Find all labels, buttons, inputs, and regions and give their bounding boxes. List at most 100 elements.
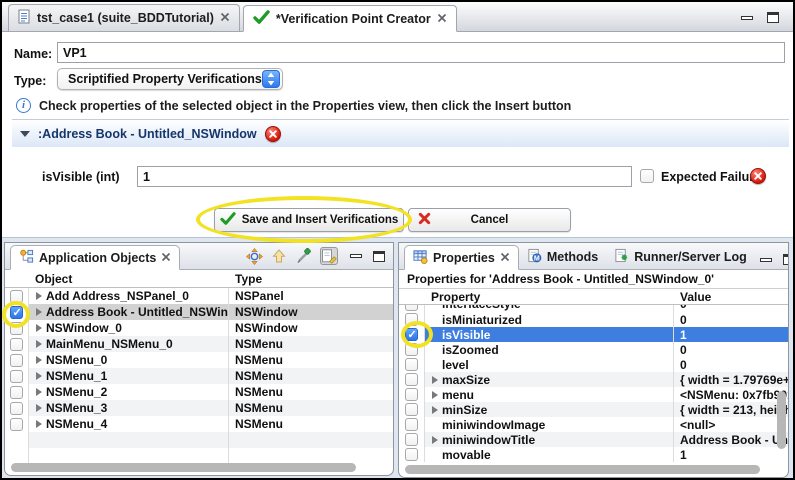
info-message: Check properties of the selected object … bbox=[39, 99, 572, 113]
horizontal-scrollbar[interactable] bbox=[11, 463, 356, 472]
editor-area: tst_case1 (suite_BDDTutorial) *Verificat… bbox=[2, 2, 793, 238]
tab-verification-point-creator[interactable]: *Verification Point Creator bbox=[242, 5, 457, 32]
table-row[interactable]: miniwindowImage <null> bbox=[399, 417, 788, 432]
type-label: Type: bbox=[14, 74, 47, 88]
row-checkbox[interactable] bbox=[405, 343, 418, 356]
table-row-selected[interactable]: Address Book - Untitled_NSWind... NSWind… bbox=[5, 304, 393, 320]
snapshot-toggle-icon[interactable] bbox=[320, 247, 338, 265]
close-icon[interactable] bbox=[437, 12, 447, 26]
expand-arrow-icon[interactable] bbox=[432, 390, 438, 399]
expand-arrow-icon[interactable] bbox=[432, 405, 438, 414]
maximize-icon[interactable] bbox=[767, 12, 779, 23]
green-check-icon bbox=[253, 10, 270, 27]
row-checkbox[interactable] bbox=[10, 401, 23, 415]
properties-caption: Properties for 'Address Book - Untitled_… bbox=[399, 270, 788, 289]
row-checkbox[interactable] bbox=[405, 305, 418, 311]
close-icon[interactable] bbox=[500, 251, 510, 265]
expected-failure-checkbox[interactable] bbox=[640, 169, 654, 183]
horizontal-scrollbar[interactable] bbox=[405, 465, 760, 474]
tab-methods[interactable]: M Methods bbox=[519, 244, 606, 269]
row-checkbox[interactable] bbox=[405, 373, 418, 386]
expand-arrow-icon[interactable] bbox=[432, 375, 438, 384]
table-row[interactable]: MainMenu_NSMenu_0 NSMenu bbox=[5, 336, 393, 352]
table-row[interactable]: minSize { width = 213, height = 183 } bbox=[399, 402, 788, 417]
minimize-icon[interactable] bbox=[350, 254, 362, 258]
row-checkbox[interactable] bbox=[405, 358, 418, 371]
row-checkbox[interactable] bbox=[10, 385, 23, 399]
remove-verification-icon[interactable] bbox=[750, 168, 766, 184]
table-row[interactable]: NSMenu_1 NSMenu bbox=[5, 368, 393, 384]
expand-arrow-icon[interactable] bbox=[432, 435, 438, 444]
vertical-scrollbar[interactable] bbox=[777, 391, 786, 449]
row-checkbox[interactable] bbox=[10, 353, 23, 367]
row-checkbox-checked[interactable] bbox=[10, 305, 23, 319]
expand-arrow-icon[interactable] bbox=[36, 388, 42, 396]
table-row[interactable]: NSMenu_3 NSMenu bbox=[5, 400, 393, 416]
relocate-icon[interactable] bbox=[245, 247, 263, 265]
expand-arrow-icon[interactable] bbox=[36, 420, 42, 428]
table-row[interactable]: level 0 bbox=[399, 357, 788, 372]
row-checkbox[interactable] bbox=[10, 417, 23, 431]
tab-label: Methods bbox=[546, 249, 599, 264]
expand-arrow-icon[interactable] bbox=[36, 340, 42, 348]
row-checkbox[interactable] bbox=[405, 313, 418, 326]
table-row[interactable]: NSMenu_2 NSMenu bbox=[5, 384, 393, 400]
tab-properties[interactable]: Properties bbox=[404, 245, 519, 270]
properties-panel: Properties M Methods Runner/Server Log P… bbox=[398, 242, 789, 478]
table-row[interactable]: NSMenu_0 NSMenu bbox=[5, 352, 393, 368]
table-row[interactable]: NSMenu_4 NSMenu bbox=[5, 416, 393, 432]
collapse-triangle-icon[interactable] bbox=[20, 130, 30, 137]
maximize-icon[interactable] bbox=[782, 254, 788, 265]
table-row[interactable]: movable 1 bbox=[399, 447, 788, 462]
properties-table-header: Property Value bbox=[399, 289, 788, 305]
tab-application-objects[interactable]: Application Objects bbox=[10, 245, 181, 270]
row-checkbox-checked[interactable] bbox=[405, 328, 418, 341]
table-row[interactable]: maxSize { width = 1.79769e+308, heigh bbox=[399, 372, 788, 387]
row-checkbox[interactable] bbox=[10, 321, 23, 335]
cancel-button[interactable]: Cancel bbox=[408, 208, 571, 232]
expand-arrow-icon[interactable] bbox=[36, 292, 42, 300]
table-row[interactable]: miniwindowTitle Address Book - Untitled bbox=[399, 432, 788, 447]
minimize-icon[interactable] bbox=[759, 257, 772, 262]
maximize-icon[interactable] bbox=[373, 250, 385, 262]
row-checkbox[interactable] bbox=[10, 337, 23, 351]
close-icon[interactable] bbox=[161, 251, 171, 265]
section-header[interactable]: :Address Book - Untitled_NSWindow bbox=[12, 120, 789, 147]
eyedropper-icon[interactable] bbox=[295, 247, 313, 265]
close-icon[interactable] bbox=[220, 11, 230, 25]
name-input[interactable] bbox=[57, 42, 785, 63]
table-row-selected[interactable]: isVisible 1 bbox=[399, 327, 788, 342]
row-checkbox[interactable] bbox=[405, 388, 418, 401]
row-checkbox[interactable] bbox=[405, 433, 418, 446]
type-dropdown[interactable]: Scriptified Property Verifications bbox=[57, 68, 283, 90]
row-checkbox[interactable] bbox=[405, 448, 418, 461]
tab-label: *Verification Point Creator bbox=[275, 11, 431, 26]
row-checkbox[interactable] bbox=[10, 369, 23, 383]
tab-label: Application Objects bbox=[39, 250, 157, 265]
row-checkbox[interactable] bbox=[10, 289, 23, 303]
expand-arrow-icon[interactable] bbox=[36, 404, 42, 412]
file-icon bbox=[18, 9, 31, 27]
tab-tst-case1[interactable]: tst_case1 (suite_BDDTutorial) bbox=[8, 4, 240, 31]
properties-tabbar: Properties M Methods Runner/Server Log bbox=[399, 243, 788, 270]
up-arrow-icon[interactable] bbox=[270, 247, 288, 265]
minimize-icon[interactable] bbox=[741, 15, 753, 20]
expand-arrow-icon[interactable] bbox=[36, 372, 42, 380]
table-row-clipped[interactable]: interfaceStyle 0 bbox=[399, 305, 788, 312]
tab-runner-server-log[interactable]: Runner/Server Log bbox=[606, 244, 755, 269]
table-row[interactable]: menu <NSMenu: 0x7fb901f05a40>... bbox=[399, 387, 788, 402]
table-row[interactable]: isMiniaturized 0 bbox=[399, 312, 788, 327]
table-row[interactable]: NSWindow_0 NSWindow bbox=[5, 320, 393, 336]
expand-arrow-icon[interactable] bbox=[36, 356, 42, 364]
expand-arrow-icon[interactable] bbox=[36, 308, 42, 316]
isvisible-input[interactable] bbox=[137, 166, 632, 187]
save-and-insert-button[interactable]: Save and Insert Verifications bbox=[214, 208, 404, 232]
expand-arrow-icon[interactable] bbox=[36, 324, 42, 332]
row-checkbox[interactable] bbox=[405, 418, 418, 431]
column-object: Object bbox=[35, 271, 73, 286]
table-row[interactable]: isZoomed 0 bbox=[399, 342, 788, 357]
dropdown-stepper-icon bbox=[262, 70, 280, 88]
remove-section-icon[interactable] bbox=[264, 125, 281, 142]
table-row[interactable]: Add Address_NSPanel_0 NSPanel bbox=[5, 288, 393, 304]
row-checkbox[interactable] bbox=[405, 403, 418, 416]
